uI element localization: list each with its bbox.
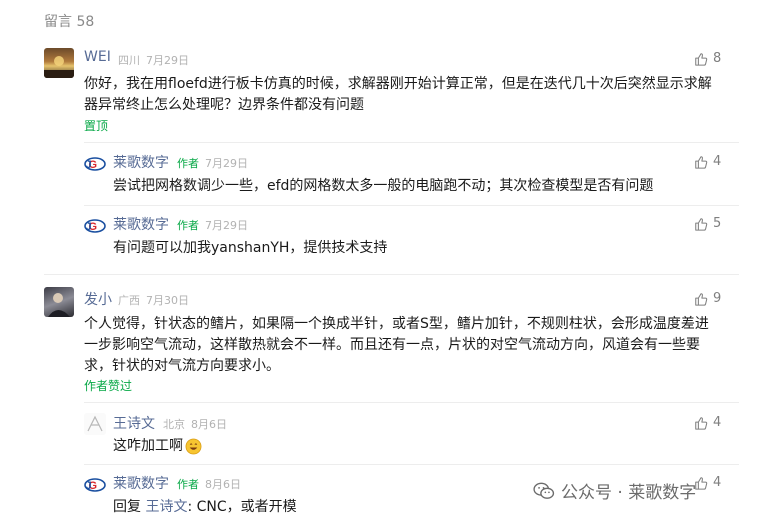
avatar-wangshiwen[interactable]: [84, 413, 106, 435]
avatar-laige[interactable]: GJ: [84, 474, 106, 496]
pinned-tag: 置顶: [84, 119, 109, 133]
laige-logo-icon: GJ: [84, 478, 106, 492]
comment-date: 8月6日: [191, 418, 227, 431]
reply-text: 尝试把网格数调少一些，efd的网格数太多一般的电脑跑不动；其次检查模型是否有问题: [113, 178, 654, 194]
like-count: 9: [713, 291, 722, 306]
reply-to-name[interactable]: 王诗文: [145, 499, 187, 515]
like-count: 4: [713, 154, 722, 169]
like-button[interactable]: 9: [694, 291, 721, 306]
reply-text: 这咋加工啊: [113, 436, 513, 457]
thumbs-up-icon: [695, 155, 708, 169]
like-count: 4: [713, 415, 722, 430]
thumbs-up-icon: [695, 217, 708, 231]
watermark-text: 公众号 · 莱歌数字: [561, 483, 697, 503]
svg-text:J: J: [86, 480, 92, 492]
author-badge: 作者: [177, 219, 199, 232]
comment-meta: 作者 8月6日: [177, 476, 241, 492]
comment-meta: 广西 7月30日: [118, 292, 189, 308]
divider: [84, 142, 739, 143]
comment-meta: 作者 7月29日: [177, 217, 248, 233]
avatar-laige[interactable]: GJ: [84, 153, 106, 175]
like-button[interactable]: 4: [694, 415, 721, 430]
comment-location: 北京: [163, 418, 185, 431]
thumbs-up-icon: [695, 292, 708, 306]
divider: [84, 464, 739, 465]
comment-meta: 北京 8月6日: [163, 416, 227, 432]
reply-text-content: 这咋加工啊: [113, 438, 183, 454]
avatar-faxiao[interactable]: [44, 287, 74, 317]
reply-text: 回复 王诗文: CNC，或者开模: [113, 497, 533, 518]
thumbs-up-icon: [695, 416, 708, 430]
comment-text: 你好，我在用floefd进行板卡仿真的时候，求解器刚开始计算正常，但是在迭代几十…: [84, 76, 712, 113]
svg-text:J: J: [86, 221, 92, 233]
wechat-icon: [533, 482, 555, 499]
comment-date: 7月29日: [205, 219, 248, 232]
reply-prefix: 回复: [113, 499, 141, 515]
comment-meta: 作者 7月29日: [177, 155, 248, 171]
watermark: 公众号 · 莱歌数字: [533, 478, 696, 503]
author-badge: 作者: [177, 157, 199, 170]
author-badge: 作者: [177, 478, 199, 491]
commenter-name[interactable]: 莱歌数字: [113, 152, 169, 172]
commenter-name[interactable]: 王诗文: [113, 413, 155, 433]
like-count: 5: [713, 216, 722, 231]
laige-logo-icon: GJ: [84, 157, 106, 171]
author-liked-tag: 作者赞过: [84, 379, 133, 393]
comment-date: 7月30日: [146, 294, 189, 307]
avatar-laige[interactable]: GJ: [84, 215, 106, 237]
like-button[interactable]: 4: [694, 475, 721, 490]
comment-location: 广西: [118, 294, 140, 307]
comment-date: 7月29日: [146, 54, 189, 67]
divider: [84, 402, 739, 403]
thumbs-up-icon: [695, 52, 708, 66]
avatar-wei[interactable]: [44, 48, 74, 78]
divider: [44, 274, 739, 275]
like-button[interactable]: 8: [694, 51, 721, 66]
like-button[interactable]: 5: [694, 216, 721, 231]
comment-date: 8月6日: [205, 478, 241, 491]
comment-location: 四川: [118, 54, 140, 67]
commenter-name[interactable]: WEI: [84, 49, 111, 65]
svg-text:J: J: [86, 159, 92, 171]
grin-emoji-icon: [185, 438, 202, 455]
commenter-name[interactable]: 莱歌数字: [113, 214, 169, 234]
commenter-name[interactable]: 发小: [84, 289, 112, 309]
comment-meta: 四川 7月29日: [118, 52, 189, 68]
comment-date: 7月29日: [205, 157, 248, 170]
like-count: 4: [713, 475, 722, 490]
comment-text: 个人觉得，针状态的鳍片，如果隔一个换成半针，或者S型，鳍片加针，不规则柱状，会形…: [84, 316, 709, 374]
divider: [84, 205, 739, 206]
laige-logo-icon: GJ: [84, 219, 106, 233]
commenter-name[interactable]: 莱歌数字: [113, 473, 169, 493]
like-button[interactable]: 4: [694, 154, 721, 169]
reply-text-content: : CNC，或者开模: [187, 499, 297, 515]
like-count: 8: [713, 51, 722, 66]
reply-text: 有问题可以加我yanshanYH，提供技术支持: [113, 240, 388, 256]
comments-header: 留言 58: [44, 14, 95, 30]
